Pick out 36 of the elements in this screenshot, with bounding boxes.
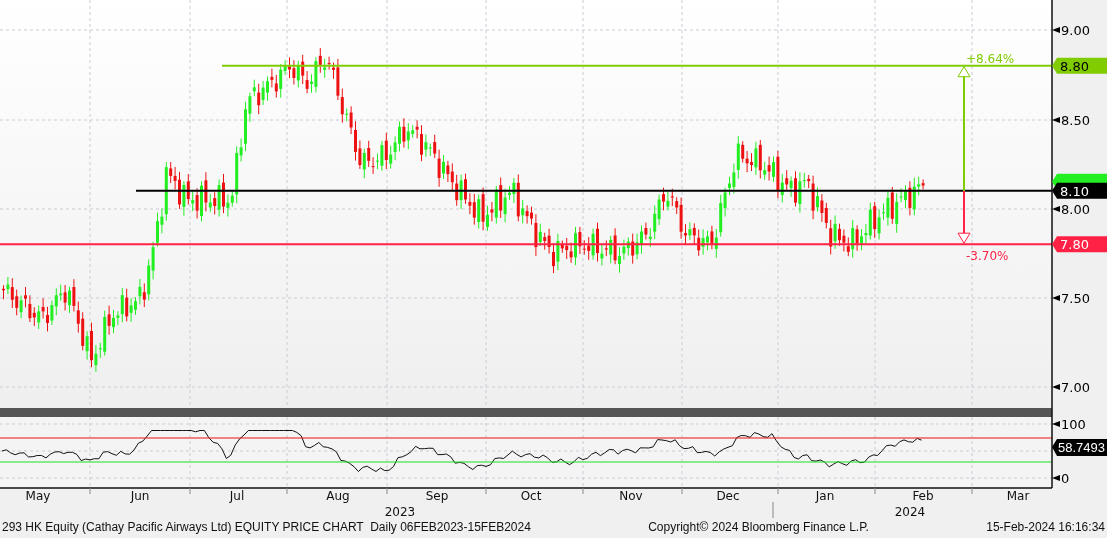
chart-title: 293 HK Equity (Cathay Pacific Airways Ltd) EQUITY PRICE CHART Daily 06FEB2023-15FEB2024: [2, 520, 531, 536]
copyright-text: Copyright© 2024 Bloomberg Finance L.P.: [648, 520, 869, 536]
price-tag: 7.80: [1052, 236, 1107, 253]
upside-percentage: +8.64%: [966, 51, 1015, 66]
month-label: Oct: [520, 489, 542, 503]
price-tag: 8.80: [1052, 57, 1107, 74]
year-label: 2023: [384, 505, 416, 518]
year-label: 2024: [894, 505, 926, 518]
month-label: Jun: [130, 489, 150, 503]
tick-marker-icon: [1052, 117, 1060, 123]
tick-marker-icon: [1052, 295, 1060, 301]
price-tick-label: 7.50: [1061, 291, 1090, 306]
tick-marker-icon: [1052, 421, 1060, 427]
month-label: Sep: [425, 489, 449, 503]
month-label: Jan: [815, 489, 835, 503]
month-label: Nov: [619, 489, 643, 503]
price-tick-label: 8.50: [1061, 113, 1090, 128]
price-tick-label: 7.00: [1061, 380, 1090, 395]
price-tick-label: 9.00: [1061, 23, 1090, 38]
rsi-tick-label: 0: [1061, 471, 1070, 486]
price-tick-label: 8.00: [1061, 202, 1090, 217]
month-label: Jul: [229, 489, 245, 503]
tick-marker-icon: [1052, 384, 1060, 390]
rsi-tick-label: 100: [1061, 417, 1086, 432]
rsi-value-tag: 58.7493: [1052, 439, 1107, 456]
downside-arrow: [957, 189, 971, 244]
month-label: Mar: [1006, 489, 1030, 503]
tick-marker-icon: [1052, 206, 1060, 212]
downside-percentage: -3.70%: [966, 249, 1009, 264]
tick-marker-icon: [1052, 475, 1060, 481]
tick-marker-icon: [1052, 27, 1060, 33]
month-label: Aug: [326, 489, 350, 503]
month-label: May: [25, 489, 51, 503]
month-label: Feb: [912, 489, 934, 503]
timestamp: 15-Feb-2024 16:16:34: [986, 520, 1105, 536]
month-label: Dec: [716, 489, 740, 503]
